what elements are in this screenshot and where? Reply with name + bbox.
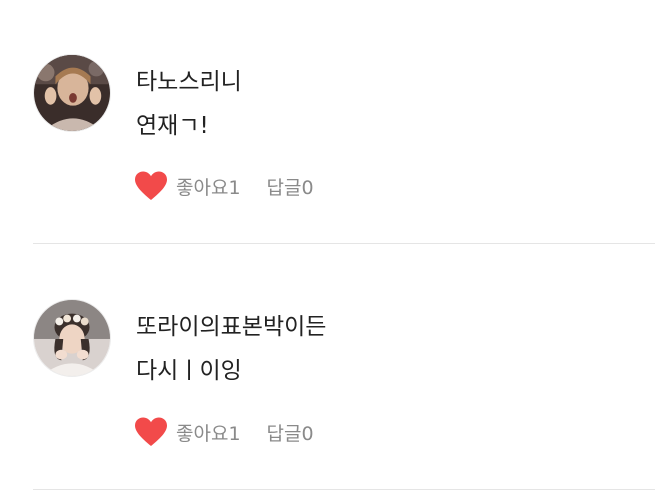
reply-button[interactable]: 답글0 bbox=[267, 419, 314, 446]
user-avatar[interactable] bbox=[33, 299, 111, 377]
comment-text: 다시ㅣ이잉 bbox=[136, 358, 242, 384]
like-count: 좋아요1 bbox=[176, 422, 241, 445]
divider bbox=[33, 489, 655, 490]
user-avatar[interactable] bbox=[33, 54, 111, 132]
comment-actions: 좋아요1 답글0 bbox=[134, 170, 314, 202]
like-count: 좋아요1 bbox=[176, 176, 241, 199]
avatar-photo-icon bbox=[34, 300, 110, 376]
comment-item: 또라이의표본박이든 다시ㅣ이잉 좋아요1 답글0 bbox=[0, 244, 655, 490]
like-button[interactable]: 좋아요1 bbox=[134, 171, 241, 201]
heart-icon bbox=[134, 417, 168, 447]
reply-button[interactable]: 답글0 bbox=[267, 173, 314, 200]
comment-author-name[interactable]: 또라이의표본박이든 bbox=[136, 313, 326, 341]
comment-list: 타노스리니 연재ㄱ! 좋아요1 답글0 또라이의표본박이든 다시ㅣ이잉 좋아요1… bbox=[0, 0, 655, 491]
comment-item: 타노스리니 연재ㄱ! 좋아요1 답글0 bbox=[0, 0, 655, 244]
comment-author-name[interactable]: 타노스리니 bbox=[136, 68, 242, 96]
comment-text: 연재ㄱ! bbox=[136, 113, 209, 139]
like-button[interactable]: 좋아요1 bbox=[134, 417, 241, 447]
comment-actions: 좋아요1 답글0 bbox=[134, 416, 314, 448]
heart-icon bbox=[134, 171, 168, 201]
avatar-photo-icon bbox=[34, 55, 110, 131]
